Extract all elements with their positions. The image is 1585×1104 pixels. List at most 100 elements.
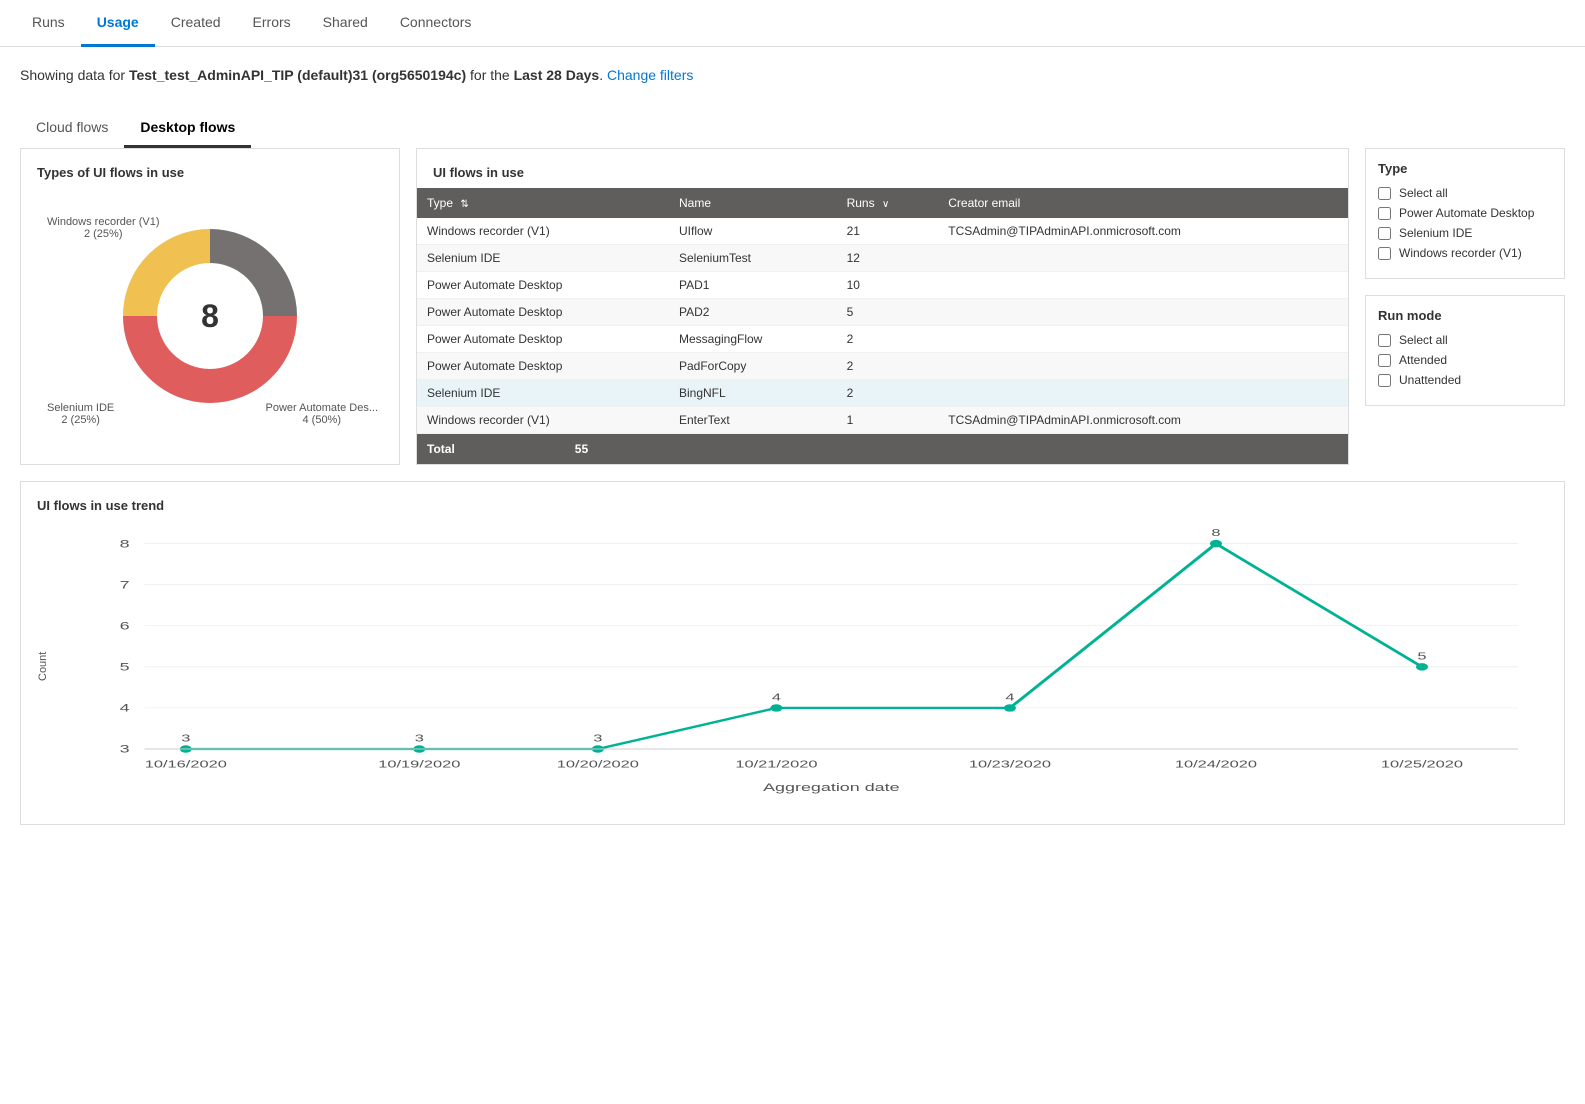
run-mode-filter-option-0[interactable]: Select all	[1378, 333, 1552, 347]
data-point-5	[1004, 704, 1016, 711]
svg-text:6: 6	[120, 620, 130, 633]
nav-tabs: Runs Usage Created Errors Shared Connect…	[0, 0, 1585, 47]
cell-name: PadForCopy	[669, 353, 837, 380]
type-filter-option-1[interactable]: Power Automate Desktop	[1378, 206, 1552, 220]
page-header: Showing data for Test_test_AdminAPI_TIP …	[0, 47, 1585, 93]
tab-runs[interactable]: Runs	[16, 0, 81, 47]
tab-cloud-flows[interactable]: Cloud flows	[20, 109, 124, 148]
legend-windows: Windows recorder (V1) 2 (25%)	[47, 216, 159, 240]
tab-desktop-flows[interactable]: Desktop flows	[124, 109, 251, 148]
cell-runs: 1	[837, 407, 939, 434]
sort-icon-type: ⇅	[460, 199, 468, 210]
legend-selenium-label: Selenium IDE	[47, 402, 114, 414]
header-suffix: .	[599, 67, 603, 83]
cell-email: TCSAdmin@TIPAdminAPI.onmicrosoft.com	[938, 407, 1348, 434]
donut-title: Types of UI flows in use	[37, 165, 383, 180]
svg-text:5: 5	[120, 661, 130, 674]
svg-text:10/19/2020: 10/19/2020	[378, 759, 461, 770]
legend-power-label: Power Automate Des...	[266, 402, 379, 414]
cell-type: Power Automate Desktop	[417, 353, 669, 380]
type-option-label-0: Select all	[1399, 186, 1448, 200]
col-type[interactable]: Type ⇅	[417, 188, 669, 218]
chart-area: Count 8 7	[37, 525, 1548, 808]
run-mode-checkbox-0[interactable]	[1378, 334, 1391, 347]
svg-text:4: 4	[1005, 691, 1015, 702]
header-prefix: Showing data for	[20, 67, 129, 83]
footer-label: Total	[427, 442, 455, 456]
chart-inner: 8 7 6 5 4 3	[55, 525, 1548, 808]
run-mode-filter-option-1[interactable]: Attended	[1378, 353, 1552, 367]
trend-panel: UI flows in use trend Count	[20, 481, 1565, 825]
type-option-label-2: Selenium IDE	[1399, 226, 1472, 240]
cell-name: UIflow	[669, 218, 837, 245]
svg-text:5: 5	[1417, 650, 1427, 661]
header-middle: for the	[466, 67, 513, 83]
table-row: Power Automate Desktop PadForCopy 2	[417, 353, 1348, 380]
cell-runs: 21	[837, 218, 939, 245]
cell-runs: 12	[837, 245, 939, 272]
legend-power-value: 4 (50%)	[266, 414, 379, 426]
trend-chart-svg: 8 7 6 5 4 3	[55, 525, 1548, 805]
col-creator[interactable]: Creator email	[938, 188, 1348, 218]
col-runs[interactable]: Runs ∨	[837, 188, 939, 218]
run-mode-option-label-2: Unattended	[1399, 373, 1461, 387]
table-header-row: Type ⇅ Name Runs ∨ Creator email	[417, 188, 1348, 218]
legend-selenium: Selenium IDE 2 (25%)	[47, 402, 114, 426]
content-tabs: Cloud flows Desktop flows	[0, 93, 1585, 148]
cell-type: Power Automate Desktop	[417, 326, 669, 353]
type-filter-option-3[interactable]: Windows recorder (V1)	[1378, 246, 1552, 260]
type-checkbox-0[interactable]	[1378, 187, 1391, 200]
table-row: Selenium IDE SeleniumTest 12	[417, 245, 1348, 272]
donut-panel: Types of UI flows in use Windows recorde…	[20, 148, 400, 465]
svg-text:10/16/2020: 10/16/2020	[145, 759, 228, 770]
ui-flows-table: Type ⇅ Name Runs ∨ Creator email Windows…	[417, 188, 1348, 434]
tab-usage[interactable]: Usage	[81, 0, 155, 47]
table-row: Windows recorder (V1) UIflow 21 TCSAdmin…	[417, 218, 1348, 245]
cell-email	[938, 245, 1348, 272]
table-footer: Total 55	[417, 434, 1348, 464]
type-filter-box: Type Select allPower Automate DesktopSel…	[1365, 148, 1565, 279]
header-org: Test_test_AdminAPI_TIP (default)31 (org5…	[129, 67, 466, 83]
cell-runs: 2	[837, 380, 939, 407]
run-mode-checkbox-1[interactable]	[1378, 354, 1391, 367]
legend-windows-label: Windows recorder (V1)	[47, 216, 159, 228]
cell-name: PAD1	[669, 272, 837, 299]
svg-text:Aggregation date: Aggregation date	[763, 781, 899, 794]
table-row: Power Automate Desktop MessagingFlow 2	[417, 326, 1348, 353]
type-option-label-1: Power Automate Desktop	[1399, 206, 1534, 220]
cell-runs: 2	[837, 353, 939, 380]
cell-email	[938, 380, 1348, 407]
type-filter-option-0[interactable]: Select all	[1378, 186, 1552, 200]
col-name[interactable]: Name	[669, 188, 837, 218]
tab-errors[interactable]: Errors	[237, 0, 307, 47]
cell-name: BingNFL	[669, 380, 837, 407]
tab-shared[interactable]: Shared	[307, 0, 384, 47]
type-checkbox-1[interactable]	[1378, 207, 1391, 220]
svg-text:8: 8	[120, 538, 130, 551]
svg-text:10/21/2020: 10/21/2020	[735, 759, 818, 770]
cell-type: Windows recorder (V1)	[417, 407, 669, 434]
svg-text:3: 3	[120, 743, 130, 756]
svg-text:8: 8	[1211, 527, 1221, 538]
table-title: UI flows in use	[417, 149, 1348, 188]
cell-email: TCSAdmin@TIPAdminAPI.onmicrosoft.com	[938, 218, 1348, 245]
run-mode-option-label-0: Select all	[1399, 333, 1448, 347]
type-checkbox-3[interactable]	[1378, 247, 1391, 260]
table-row: Power Automate Desktop PAD2 5	[417, 299, 1348, 326]
run-mode-filter-title: Run mode	[1378, 308, 1552, 323]
table-panel: UI flows in use Type ⇅ Name Runs ∨ Creat…	[416, 148, 1349, 465]
legend-power: Power Automate Des... 4 (50%)	[266, 402, 379, 426]
change-filters-link[interactable]: Change filters	[607, 67, 693, 83]
svg-text:3: 3	[593, 733, 603, 744]
tab-created[interactable]: Created	[155, 0, 237, 47]
type-filter-option-2[interactable]: Selenium IDE	[1378, 226, 1552, 240]
legend-windows-value: 2 (25%)	[47, 228, 159, 240]
type-checkbox-2[interactable]	[1378, 227, 1391, 240]
svg-text:3: 3	[415, 733, 425, 744]
run-mode-checkbox-2[interactable]	[1378, 374, 1391, 387]
tab-connectors[interactable]: Connectors	[384, 0, 488, 47]
cell-email	[938, 353, 1348, 380]
data-point-4	[770, 704, 782, 711]
run-mode-filter-option-2[interactable]: Unattended	[1378, 373, 1552, 387]
table-row: Power Automate Desktop PAD1 10	[417, 272, 1348, 299]
